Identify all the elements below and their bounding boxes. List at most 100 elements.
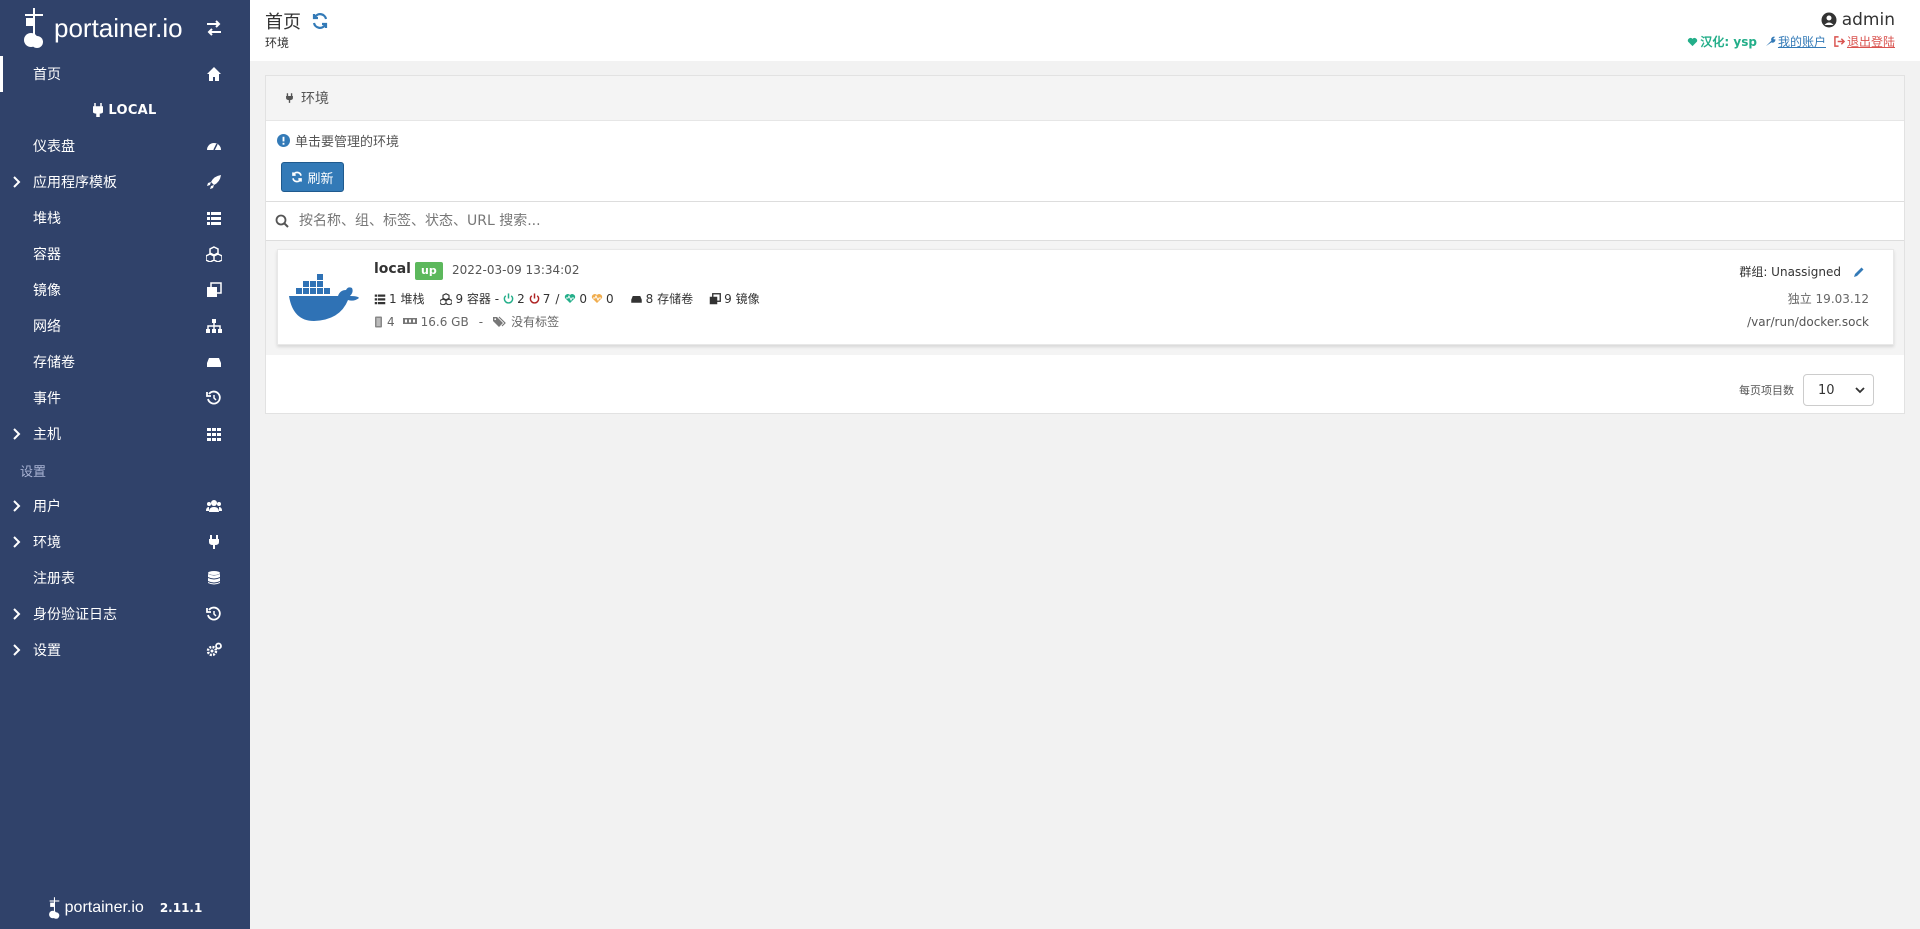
sidebar-item-volumes[interactable]: 存储卷 — [0, 344, 250, 380]
sidebar-item-label: 环境 — [33, 535, 61, 551]
refresh-button[interactable]: 刷新 — [281, 162, 344, 192]
tags-label: 没有标签 — [511, 315, 560, 329]
containers-stat: 9 容器 - — [440, 290, 499, 307]
pencil-icon[interactable] — [1853, 266, 1865, 278]
sidebar: portainer.io 首页 LOCAL 仪表盘 应用程序模板 堆栈 容器 镜… — [0, 0, 250, 929]
memory-size: 16.6 GB — [420, 314, 469, 329]
user-links: 汉化: ysp 我的账户 退出登陆 — [1687, 33, 1895, 50]
sidebar-item-environments[interactable]: 环境 — [0, 524, 250, 560]
sidebar-item-label: 设置 — [33, 643, 61, 659]
volumes-stat: 8 存储卷 — [630, 290, 693, 307]
logout-link[interactable]: 退出登陆 — [1834, 33, 1895, 50]
sidebar-item-settings[interactable]: 设置 — [0, 632, 250, 668]
username: admin — [1841, 10, 1895, 30]
wrench-icon — [1765, 36, 1776, 47]
refresh-button-label: 刷新 — [307, 171, 334, 187]
footer-brand: portainer.io — [64, 899, 144, 916]
sidebar-item-label: 容器 — [33, 247, 61, 263]
list-icon — [374, 294, 386, 304]
sidebar-brand[interactable]: portainer.io — [0, 0, 250, 56]
sidebar-item-events[interactable]: 事件 — [0, 380, 250, 416]
environment-timestamp: 2022-03-09 13:34:02 — [452, 263, 580, 277]
history-icon — [206, 390, 221, 405]
sitemap-icon — [206, 319, 222, 333]
translation-credit-text: 汉化: ysp — [1700, 35, 1757, 49]
chevron-right-icon — [13, 500, 21, 512]
running-stat: 2 — [503, 292, 525, 306]
users-icon — [206, 500, 222, 512]
search-input[interactable] — [299, 213, 1799, 229]
hdd-icon — [630, 295, 642, 303]
my-account-link[interactable]: 我的账户 — [1765, 33, 1826, 50]
meta-separator: - — [478, 314, 484, 329]
memory-icon — [402, 318, 417, 324]
environment-name: local — [374, 261, 411, 277]
environment-stats: 1 堆栈 9 容器 - 2 7 / 0 0 8 存储卷 9 镜像 — [374, 290, 760, 307]
translation-credit: 汉化: ysp — [1687, 33, 1757, 50]
images-stat: 9 镜像 — [709, 290, 760, 307]
healthy-count: 0 — [579, 291, 588, 306]
sidebar-item-containers[interactable]: 容器 — [0, 236, 250, 272]
brand-text: portainer.io — [54, 12, 183, 43]
items-per-page-select[interactable]: 10 — [1803, 374, 1874, 406]
sidebar-item-users[interactable]: 用户 — [0, 488, 250, 524]
clone-icon — [709, 292, 722, 304]
version-label: 2.11.1 — [159, 901, 203, 915]
sidebar-item-networks[interactable]: 网络 — [0, 308, 250, 344]
endpoint-menu: 仪表盘 应用程序模板 堆栈 容器 镜像 网络 存储卷 事件 主机 — [0, 128, 250, 452]
sidebar-item-host[interactable]: 主机 — [0, 416, 250, 452]
settings-menu: 用户 环境 注册表 身份验证日志 设置 — [0, 488, 250, 668]
sidebar-item-label: 网络 — [33, 319, 61, 335]
stacks-stat: 1 堆栈 — [374, 290, 424, 307]
docker-version: 独立 19.03.12 — [1787, 292, 1869, 306]
clone-icon — [207, 282, 222, 297]
docker-logo-icon — [289, 274, 359, 321]
sidebar-item-auth-logs[interactable]: 身份验证日志 — [0, 596, 250, 632]
exchange-icon[interactable] — [204, 18, 224, 38]
endpoint-label: LOCAL — [0, 92, 250, 128]
logout-text: 退出登陆 — [1846, 35, 1895, 49]
containers-count: 9 容器 - — [455, 292, 500, 306]
environment-card[interactable]: local up 2022-03-09 13:34:02 1 堆栈 9 容器 -… — [277, 249, 1894, 345]
portainer-logo-icon — [24, 8, 43, 48]
environment-list: local up 2022-03-09 13:34:02 1 堆栈 9 容器 -… — [266, 241, 1904, 355]
sidebar-item-label: 主机 — [33, 427, 61, 443]
running-count: 2 — [517, 291, 525, 306]
chevron-right-icon — [13, 428, 21, 440]
cpu-count: 4 — [387, 314, 395, 329]
microchip-icon — [375, 316, 382, 327]
sidebar-item-stacks[interactable]: 堆栈 — [0, 200, 250, 236]
settings-header: 设置 — [20, 464, 47, 480]
chevron-right-icon — [13, 644, 21, 656]
sidebar-item-label: 存储卷 — [33, 355, 75, 371]
sidebar-item-dashboard[interactable]: 仪表盘 — [0, 128, 250, 164]
environment-meta: 4 16.6 GB - 没有标签 — [374, 313, 559, 330]
healthy-stat: 0 — [564, 292, 587, 306]
exclamation-circle-icon — [277, 134, 290, 147]
heartbeat-icon — [565, 294, 576, 303]
sign-out-icon — [1834, 36, 1845, 47]
sidebar-item-images[interactable]: 镜像 — [0, 272, 250, 308]
sidebar-item-label: 应用程序模板 — [33, 175, 117, 191]
sidebar-item-registries[interactable]: 注册表 — [0, 560, 250, 596]
page-title: 首页 — [265, 8, 329, 34]
widget-title: 环境 — [301, 91, 329, 107]
top-bar: 首页 环境 admin 汉化: ysp 我的账户 退出登陆 — [250, 0, 1920, 61]
tachometer-icon — [207, 143, 221, 151]
sidebar-item-app-templates[interactable]: 应用程序模板 — [0, 164, 250, 200]
history-icon — [206, 606, 221, 621]
chevron-right-icon — [13, 536, 21, 548]
refresh-icon[interactable] — [311, 12, 329, 30]
breadcrumb: 环境 — [265, 36, 290, 50]
th-icon — [207, 428, 221, 441]
sidebar-item-home[interactable]: 首页 — [0, 56, 250, 92]
sidebar-item-label: 事件 — [33, 391, 61, 407]
environment-group: 群组: Unassigned — [1739, 263, 1865, 280]
my-account-text: 我的账户 — [1777, 35, 1826, 49]
widget-header: 环境 — [266, 76, 1904, 121]
unhealthy-stat: 0 — [591, 292, 614, 306]
sidebar-item-label: 首页 — [33, 67, 61, 83]
sidebar-item-label: 身份验证日志 — [33, 607, 117, 623]
chevron-right-icon — [13, 176, 21, 188]
heartbeat-icon — [591, 294, 603, 303]
